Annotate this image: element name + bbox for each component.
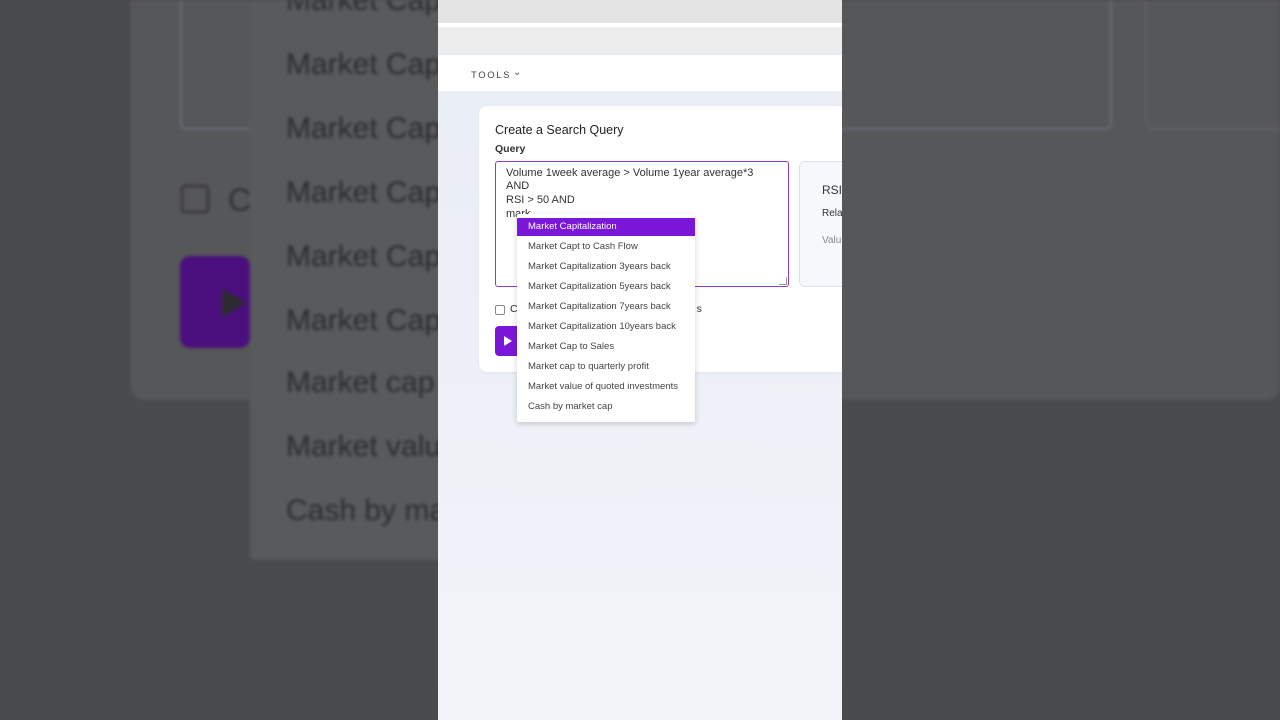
autocomplete-item[interactable]: Market value of quoted investments: [517, 378, 695, 396]
tools-bar: TOOLS ⌄: [438, 54, 842, 91]
bg-dropdown-item: Market Cap: [286, 112, 442, 145]
app-window: TOOLS ⌄ Create a Search Query Query Volu…: [438, 0, 842, 720]
chevron-down-icon[interactable]: ⌄: [513, 67, 521, 78]
bg-dropdown-item: Market Cap: [286, 304, 442, 337]
autocomplete-item[interactable]: Market cap to quarterly profit: [517, 358, 695, 376]
option-checkbox[interactable]: [495, 305, 505, 315]
checkbox-label-end: s: [696, 303, 702, 315]
query-line: RSI > 50 AND: [506, 194, 575, 206]
autocomplete-item[interactable]: Market Capitalization 10years back: [517, 318, 695, 336]
query-label: Query: [495, 143, 526, 155]
bg-rsi-panel: [1145, 0, 1280, 130]
autocomplete-item[interactable]: Market Capt to Cash Flow: [517, 238, 695, 256]
play-icon: [504, 336, 512, 346]
rsi-value-label: Valu: [822, 235, 842, 246]
card-title: Create a Search Query: [495, 123, 624, 137]
autocomplete-item[interactable]: Market Capitalization 3years back: [517, 258, 695, 276]
rsi-panel: RSI Rela Valu: [799, 161, 842, 287]
autocomplete-item[interactable]: Market Cap to Sales: [517, 338, 695, 356]
bg-checkbox-text: C: [228, 182, 252, 218]
bg-play-icon: [222, 289, 246, 317]
bg-checkbox: [181, 185, 209, 213]
bg-dropdown-item: Market Cap: [286, 0, 442, 17]
autocomplete-dropdown: Market Capitalization Market Capt to Cas…: [517, 214, 695, 422]
tools-menu[interactable]: TOOLS: [471, 70, 511, 81]
bg-dropdown-item: Cash by ma: [286, 494, 447, 527]
bg-dropdown-item: Market Cap: [286, 176, 442, 209]
autocomplete-item[interactable]: Market Capitalization: [517, 218, 695, 236]
bg-dropdown-item: Market cap: [286, 366, 435, 399]
autocomplete-item[interactable]: Market Capitalization 7years back: [517, 298, 695, 316]
rsi-title: RSI: [822, 183, 842, 197]
rsi-subtitle: Rela: [822, 208, 842, 219]
bg-dropdown-item: Market Cap: [286, 48, 442, 81]
query-line: Volume 1week average > Volume 1year aver…: [506, 167, 754, 179]
browser-sub-bar: [438, 27, 842, 51]
autocomplete-item[interactable]: Market Capitalization 5years back: [517, 278, 695, 296]
bg-dropdown-item: Market valu: [286, 430, 442, 463]
autocomplete-item[interactable]: Cash by market cap: [517, 398, 695, 416]
bg-dropdown: [250, 0, 440, 560]
query-line: AND: [506, 180, 530, 192]
resize-handle-icon[interactable]: [779, 277, 787, 285]
browser-top-bar: [438, 0, 842, 23]
bg-dropdown-item: Market Cap: [286, 240, 442, 273]
